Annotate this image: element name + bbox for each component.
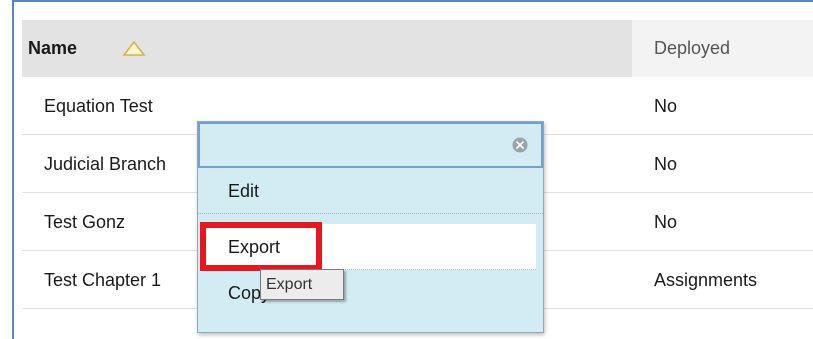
row-deployed: No xyxy=(654,154,678,174)
column-header-deployed[interactable]: Deployed xyxy=(632,20,813,77)
row-name[interactable]: Test Gonz xyxy=(44,193,125,251)
close-icon[interactable] xyxy=(511,136,529,154)
menu-item-edit[interactable]: Edit xyxy=(198,168,543,214)
export-highlight-box xyxy=(200,222,322,271)
row-name[interactable]: Test Chapter 1 xyxy=(44,251,161,309)
column-header-name[interactable]: Name xyxy=(28,20,77,77)
column-header-name-label: Name xyxy=(28,38,78,58)
menu-item-edit-label: Edit xyxy=(228,181,260,201)
context-menu-header xyxy=(198,122,543,168)
column-header-deployed-label: Deployed xyxy=(654,38,731,58)
row-name[interactable]: Judicial Branch xyxy=(44,135,166,193)
row-deployed: No xyxy=(654,96,678,116)
export-tooltip: Export xyxy=(260,269,344,300)
menu-item-copy[interactable]: Copy xyxy=(198,270,543,316)
sort-ascending-icon[interactable] xyxy=(122,39,146,57)
row-name[interactable]: Equation Test xyxy=(44,77,153,135)
row-deployed: Assignments xyxy=(654,270,758,290)
table-header: Name Deployed xyxy=(22,20,813,77)
row-deployed: No xyxy=(654,212,678,232)
